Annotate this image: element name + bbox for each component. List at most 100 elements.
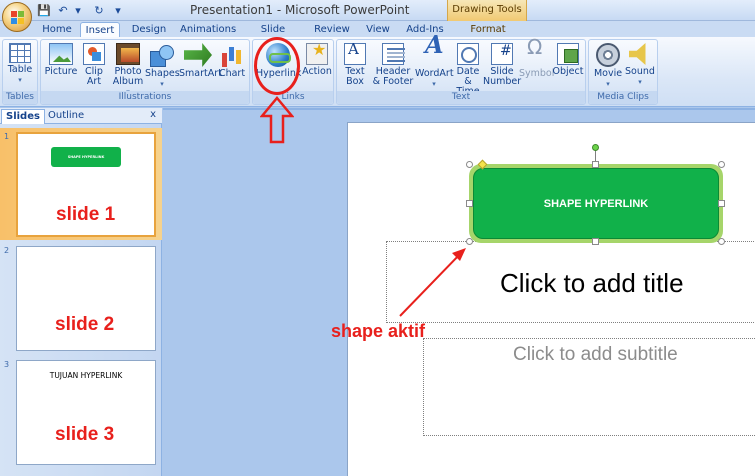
tab-animations[interactable]: Animations xyxy=(180,22,236,38)
slide-annotation-label: slide 3 xyxy=(55,424,115,445)
sound-icon xyxy=(629,43,646,65)
title-placeholder-text: Click to add title xyxy=(500,268,684,298)
wordart-button[interactable]: WordArt ▾ xyxy=(415,40,454,89)
close-icon[interactable]: x xyxy=(150,109,156,120)
workspace-divider xyxy=(163,108,755,110)
text-box-label-2: Box xyxy=(346,76,364,87)
chevron-down-icon: ▾ xyxy=(160,80,164,88)
tab-design[interactable]: Design xyxy=(130,22,168,38)
slide-preview: TUJUAN HYPERLINK slide 3 xyxy=(16,360,156,465)
movie-button[interactable]: Movie ▾ xyxy=(591,43,625,89)
tab-slides[interactable]: Slides xyxy=(1,109,45,124)
customize-qat-icon[interactable]: ▾ xyxy=(114,3,122,19)
tab-view[interactable]: View xyxy=(364,22,392,38)
save-icon[interactable]: 💾 xyxy=(36,3,52,19)
header-footer-icon xyxy=(382,43,405,65)
clip-art-label-2: Art xyxy=(86,76,102,87)
group-label-illustrations: Illustrations xyxy=(41,91,249,104)
photo-album-button[interactable]: Photo Album ▾ xyxy=(111,43,145,97)
shape-body[interactable]: SHAPE HYPERLINK xyxy=(473,168,719,239)
shapes-button[interactable]: Shapes ▾ xyxy=(145,43,180,89)
slide-number-button[interactable]: Slide Number xyxy=(483,43,521,87)
tab-format[interactable]: Format xyxy=(464,22,512,38)
date-time-button[interactable]: Date & Time xyxy=(453,43,483,97)
chart-icon xyxy=(218,43,246,67)
date-time-icon xyxy=(457,43,479,65)
slide-annotation-label: slide 2 xyxy=(55,314,115,335)
tab-outline[interactable]: Outline xyxy=(44,109,88,124)
action-button[interactable]: Action xyxy=(301,43,333,77)
quick-access-toolbar: 💾 ↶ ▾ ↻ ▾ xyxy=(36,2,122,19)
resize-handle-n[interactable] xyxy=(592,161,599,168)
object-label: Object xyxy=(552,66,584,77)
selected-shape[interactable]: SHAPE HYPERLINK xyxy=(469,164,723,243)
group-illustrations: Picture Clip Art Photo Album ▾ Shapes ▾ … xyxy=(40,39,250,105)
slide-number-label-2: Number xyxy=(483,76,522,87)
text-box-icon xyxy=(344,43,366,65)
tab-review[interactable]: Review xyxy=(313,22,351,38)
chart-button[interactable]: Chart xyxy=(217,43,247,79)
drawing-tools-context-label: Drawing Tools xyxy=(447,0,527,21)
group-tables: Table ▾ Tables xyxy=(2,39,38,105)
chevron-down-icon: ▾ xyxy=(638,78,642,86)
resize-handle-w[interactable] xyxy=(466,200,473,207)
sound-button[interactable]: Sound ▾ xyxy=(623,43,657,87)
table-button[interactable]: Table ▾ xyxy=(5,43,35,85)
clip-art-icon xyxy=(83,43,105,65)
group-media-clips: Movie ▾ Sound ▾ Media Clips xyxy=(588,39,658,105)
clip-art-button[interactable]: Clip Art xyxy=(79,43,109,87)
subtitle-placeholder-text: Click to add subtitle xyxy=(513,344,678,365)
shape-text: SHAPE HYPERLINK xyxy=(543,198,649,210)
movie-label: Movie xyxy=(593,68,623,79)
slide-number: 3 xyxy=(4,360,10,369)
shape-active-annotation: shape aktif xyxy=(331,321,426,341)
resize-handle-sw[interactable] xyxy=(466,238,473,245)
rotation-handle[interactable] xyxy=(592,144,599,151)
photo-album-icon xyxy=(116,43,140,65)
panel-tabs: Slides Outline x xyxy=(0,108,162,124)
header-footer-label-2: & Footer xyxy=(372,76,414,87)
resize-handle-nw[interactable] xyxy=(466,161,473,168)
tab-slide-show[interactable]: Slide Show xyxy=(247,22,299,50)
redo-icon[interactable]: ↻ xyxy=(91,3,107,19)
group-label-tables: Tables xyxy=(3,91,37,104)
slide-preview: SHAPE HYPERLINK slide 1 xyxy=(16,132,156,237)
slide-thumbnail-3[interactable]: 3 TUJUAN HYPERLINK slide 3 xyxy=(0,356,162,468)
hyperlink-highlight-circle xyxy=(254,37,300,95)
shapes-icon xyxy=(148,43,176,67)
wordart-icon xyxy=(420,40,448,67)
symbol-button[interactable]: Symbol xyxy=(519,42,554,79)
picture-label: Picture xyxy=(44,66,78,77)
slide-annotation-label: slide 1 xyxy=(56,204,116,225)
slides-panel: Slides Outline x 1 SHAPE HYPERLINK slide… xyxy=(0,108,162,476)
action-label: Action xyxy=(302,66,332,77)
undo-icon[interactable]: ↶ xyxy=(55,3,71,19)
action-icon xyxy=(306,43,328,65)
picture-button[interactable]: Picture xyxy=(44,43,78,77)
slide-preview: slide 2 xyxy=(16,246,156,351)
slide-number: 2 xyxy=(4,246,10,255)
photo-album-label-2: Album xyxy=(112,76,144,87)
resize-handle-se[interactable] xyxy=(718,238,725,245)
undo-dropdown-icon[interactable]: ▾ xyxy=(74,3,82,19)
group-text: Text Box Header & Footer WordArt ▾ Date … xyxy=(336,39,586,105)
movie-icon xyxy=(596,43,620,67)
slide-thumbnail-2[interactable]: 2 slide 2 xyxy=(0,242,162,354)
chevron-down-icon: ▾ xyxy=(432,80,436,88)
resize-handle-s[interactable] xyxy=(592,238,599,245)
office-logo-icon xyxy=(11,11,24,24)
tab-insert[interactable]: Insert xyxy=(80,22,120,38)
wordart-label: WordArt xyxy=(415,68,454,79)
text-box-button[interactable]: Text Box xyxy=(339,43,371,87)
title-bar: 💾 ↶ ▾ ↻ ▾ Presentation1 - Microsoft Powe… xyxy=(0,0,755,21)
chevron-down-icon: ▾ xyxy=(18,76,22,84)
slide-thumbnail-1[interactable]: 1 SHAPE HYPERLINK slide 1 xyxy=(0,128,162,240)
tab-home[interactable]: Home xyxy=(42,22,72,38)
smartart-button[interactable]: SmartArt xyxy=(179,43,222,79)
office-button[interactable] xyxy=(2,2,32,32)
resize-handle-ne[interactable] xyxy=(718,161,725,168)
resize-handle-e[interactable] xyxy=(718,200,725,207)
sound-label: Sound xyxy=(625,66,655,77)
header-footer-button[interactable]: Header & Footer xyxy=(371,43,415,87)
object-button[interactable]: Object xyxy=(551,43,585,77)
